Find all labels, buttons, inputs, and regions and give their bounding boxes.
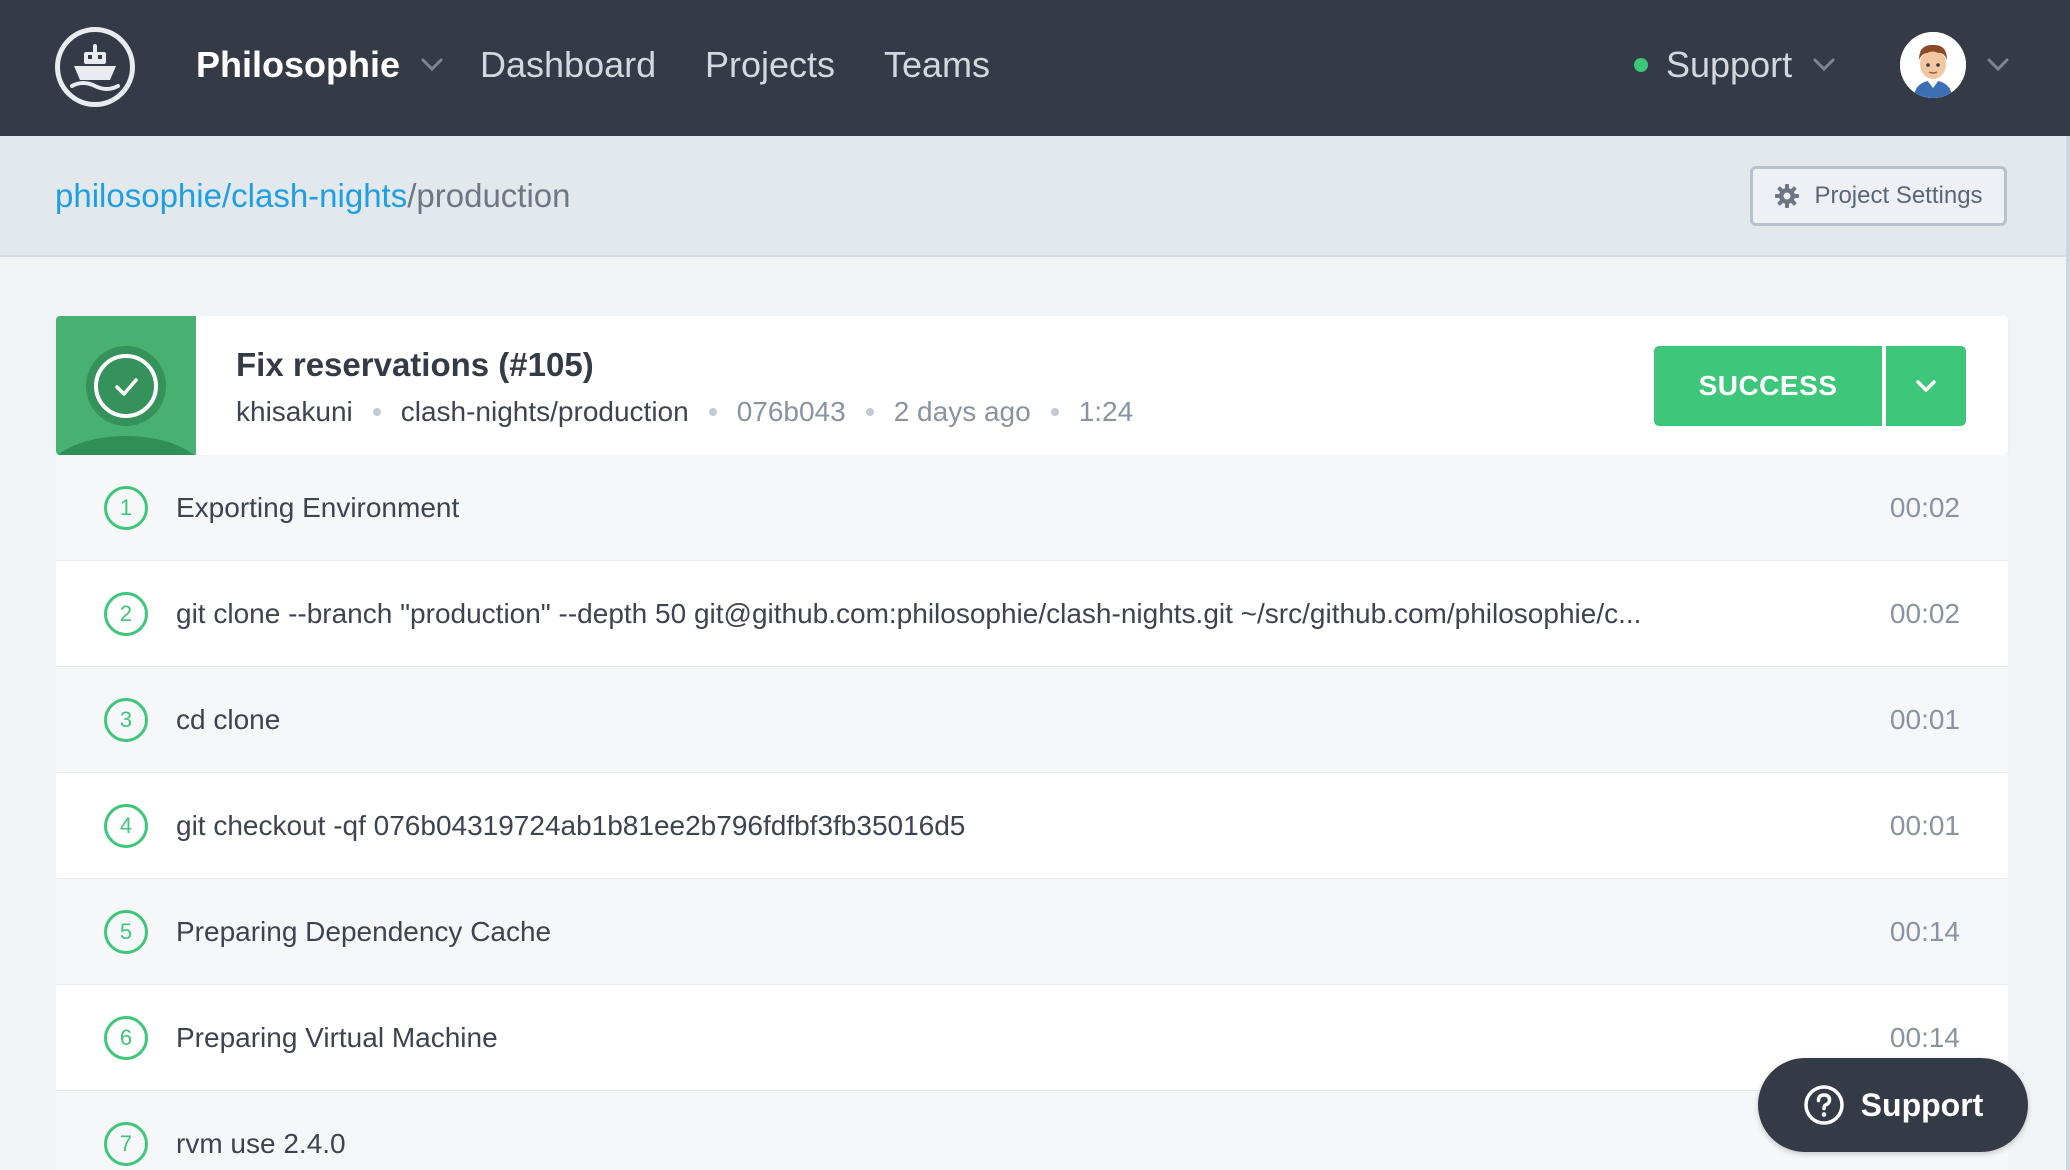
build-commit[interactable]: 076b043 xyxy=(737,396,846,428)
support-menu[interactable]: Support xyxy=(1634,40,1836,90)
build-status-indicator xyxy=(56,316,196,455)
step-number-badge: 5 xyxy=(104,910,148,954)
nav-projects[interactable]: Projects xyxy=(705,40,835,90)
question-circle-icon xyxy=(1803,1085,1844,1125)
build-step[interactable]: 1 Exporting Environment 00:02 xyxy=(56,455,2008,561)
step-number-badge: 4 xyxy=(104,804,148,848)
separator-dot xyxy=(1050,408,1059,416)
step-command: Preparing Virtual Machine xyxy=(176,1022,498,1053)
step-command: Exporting Environment xyxy=(176,492,460,523)
step-duration: 00:01 xyxy=(1889,810,1960,841)
chevron-down-icon xyxy=(1916,380,1936,392)
step-number-badge: 7 xyxy=(104,1122,148,1166)
org-switcher[interactable]: Philosophie xyxy=(196,40,444,90)
step-number-badge: 2 xyxy=(104,592,148,636)
step-command: git clone --branch "production" --depth … xyxy=(176,598,1642,629)
step-duration: 00:02 xyxy=(1889,598,1960,629)
user-avatar xyxy=(1900,32,1966,98)
check-circle-icon xyxy=(86,346,166,426)
separator-dot xyxy=(372,408,381,416)
step-duration: 00:02 xyxy=(1889,492,1960,523)
gear-icon xyxy=(1775,184,1800,208)
breadcrumb-repo[interactable]: clash-nights xyxy=(231,177,407,214)
step-command: Preparing Dependency Cache xyxy=(176,916,552,947)
ship-logo-icon[interactable] xyxy=(55,27,135,107)
support-chat-label: Support xyxy=(1860,1086,1984,1123)
support-chat-button[interactable]: Support xyxy=(1758,1058,2028,1152)
step-command: cd clone xyxy=(176,704,281,735)
separator-dot xyxy=(865,408,874,416)
build-status-button[interactable]: SUCCESS xyxy=(1654,346,1882,426)
breadcrumb-env: production xyxy=(416,177,571,214)
step-duration: 00:14 xyxy=(1889,916,1960,947)
org-name: Philosophie xyxy=(196,44,401,85)
nav-dashboard[interactable]: Dashboard xyxy=(480,40,656,90)
build-actions-dropdown[interactable] xyxy=(1886,346,1966,426)
build-duration: 1:24 xyxy=(1078,396,1134,427)
project-settings-label: Project Settings xyxy=(1814,182,1983,209)
chevron-down-icon xyxy=(1986,57,2010,73)
chevron-down-icon xyxy=(420,57,444,73)
user-menu[interactable] xyxy=(1900,32,2010,98)
build-meta: khisakuni clash-nights/production 076b04… xyxy=(236,390,1133,434)
build-step[interactable]: 4 git checkout -qf 076b04319724ab1b81ee2… xyxy=(56,773,2008,879)
build-branch[interactable]: clash-nights/production xyxy=(401,396,689,428)
step-command: rvm use 2.4.0 xyxy=(176,1128,346,1159)
build-title[interactable]: Fix reservations (#105) xyxy=(236,342,594,388)
separator-dot xyxy=(708,408,717,416)
build-step[interactable]: 5 Preparing Dependency Cache 00:14 xyxy=(56,879,2008,985)
project-settings-button[interactable]: Project Settings xyxy=(1750,166,2007,226)
breadcrumb-bar: philosophie/clash-nights/production Proj… xyxy=(0,136,2070,257)
step-number-badge: 6 xyxy=(104,1016,148,1060)
breadcrumb-separator: / xyxy=(221,177,232,214)
build-step[interactable]: 7 rvm use 2.4.0 xyxy=(56,1091,2008,1170)
build-steps-list: 1 Exporting Environment 00:02 2 git clon… xyxy=(56,455,2008,1170)
build-author[interactable]: khisakuni xyxy=(236,396,353,428)
build-time-ago: 2 days ago xyxy=(893,396,1031,427)
step-duration: 00:14 xyxy=(1889,1022,1960,1053)
step-duration: 00:01 xyxy=(1889,704,1960,735)
build-step[interactable]: 2 git clone --branch "production" --dept… xyxy=(56,561,2008,667)
chevron-down-icon xyxy=(1812,57,1836,73)
breadcrumb: philosophie/clash-nights/production xyxy=(55,174,571,218)
build-step[interactable]: 3 cd clone 00:01 xyxy=(56,667,2008,773)
scrollbar-track[interactable] xyxy=(2066,136,2070,1170)
top-navbar: Philosophie Dashboard Projects Teams Sup… xyxy=(0,0,2070,136)
step-number-badge: 1 xyxy=(104,486,148,530)
breadcrumb-org[interactable]: philosophie xyxy=(55,177,222,214)
nav-teams[interactable]: Teams xyxy=(884,40,990,90)
status-dot-icon xyxy=(1634,58,1648,72)
build-step[interactable]: 6 Preparing Virtual Machine 00:14 xyxy=(56,985,2008,1091)
step-command: git checkout -qf 076b04319724ab1b81ee2b7… xyxy=(176,810,966,841)
support-label: Support xyxy=(1666,44,1793,85)
step-number-badge: 3 xyxy=(104,698,148,742)
build-summary-card: Fix reservations (#105) khisakuni clash-… xyxy=(56,316,2008,455)
